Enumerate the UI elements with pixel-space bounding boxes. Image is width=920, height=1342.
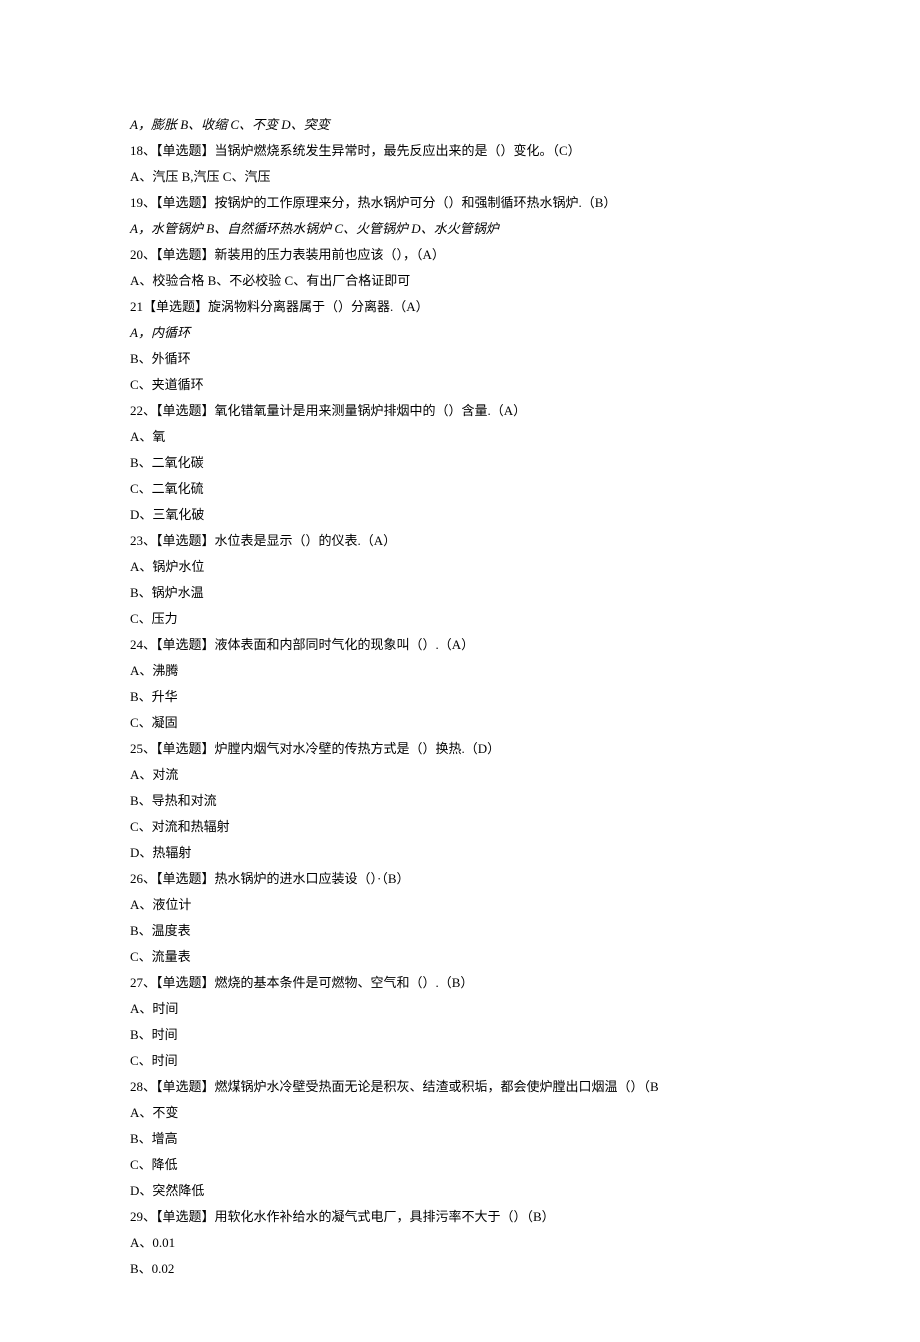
text-line: A、锅炉水位 <box>130 554 790 580</box>
text-line: B、外循环 <box>130 346 790 372</box>
text-line: 21【单选题】旋涡物料分离器属于（）分离器.（A） <box>130 294 790 320</box>
text-line: C、降低 <box>130 1152 790 1178</box>
text-line: 27、【单选题】燃烧的基本条件是可燃物、空气和（）.（B） <box>130 970 790 996</box>
text-line: B、锅炉水温 <box>130 580 790 606</box>
text-line: C、对流和热辐射 <box>130 814 790 840</box>
text-line: D、热辐射 <box>130 840 790 866</box>
text-line: B、导热和对流 <box>130 788 790 814</box>
text-line: 22、【单选题】氧化错氧量计是用来测量锅炉排烟中的（）含量.（A） <box>130 398 790 424</box>
text-line: C、夹道循环 <box>130 372 790 398</box>
text-line: A、液位计 <box>130 892 790 918</box>
text-line: C、流量表 <box>130 944 790 970</box>
text-line: 28、【单选题】燃煤锅炉水冷壁受热面无论是积灰、结渣或积垢，都会使炉膛出口烟温（… <box>130 1074 790 1100</box>
text-line: 24、【单选题】液体表面和内部同时气化的现象叫（）.（A） <box>130 632 790 658</box>
text-line: A，内循环 <box>130 320 790 346</box>
text-line: 18、【单选题】当锅炉燃烧系统发生异常时，最先反应出来的是（）变化。（C） <box>130 138 790 164</box>
document-body: A，膨胀 B、收缩 C、不变 D、突变18、【单选题】当锅炉燃烧系统发生异常时，… <box>130 112 790 1282</box>
text-line: C、压力 <box>130 606 790 632</box>
text-line: A、汽压 B,汽压 C、汽压 <box>130 164 790 190</box>
text-line: B、升华 <box>130 684 790 710</box>
text-line: 29、【单选题】用软化水作补给水的凝气式电厂，具排污率不大于（）（B） <box>130 1204 790 1230</box>
text-line: A、对流 <box>130 762 790 788</box>
text-line: A、不变 <box>130 1100 790 1126</box>
text-line: D、三氧化破 <box>130 502 790 528</box>
text-line: 20、【单选题】新装用的压力表装用前也应该（），（A） <box>130 242 790 268</box>
text-line: D、突然降低 <box>130 1178 790 1204</box>
text-line: B、0.02 <box>130 1256 790 1282</box>
text-line: C、凝固 <box>130 710 790 736</box>
text-line: B、温度表 <box>130 918 790 944</box>
text-line: B、时间 <box>130 1022 790 1048</box>
text-line: A、沸腾 <box>130 658 790 684</box>
text-line: A，膨胀 B、收缩 C、不变 D、突变 <box>130 112 790 138</box>
text-line: B、二氧化碳 <box>130 450 790 476</box>
text-line: A、0.01 <box>130 1230 790 1256</box>
text-line: 25、【单选题】炉膛内烟气对水冷壁的传热方式是（）换热.（D） <box>130 736 790 762</box>
text-line: 26、【单选题】热水锅炉的进水口应装设（）·（B） <box>130 866 790 892</box>
text-line: C、二氧化硫 <box>130 476 790 502</box>
text-line: A、氧 <box>130 424 790 450</box>
text-line: C、时间 <box>130 1048 790 1074</box>
text-line: B、增高 <box>130 1126 790 1152</box>
text-line: A、校验合格 B、不必校验 C、有出厂合格证即可 <box>130 268 790 294</box>
text-line: A、时间 <box>130 996 790 1022</box>
text-line: 19、【单选题】按锅炉的工作原理来分，热水锅炉可分（）和强制循环热水锅炉.（B） <box>130 190 790 216</box>
text-line: 23、【单选题】水位表是显示（）的仪表.（A） <box>130 528 790 554</box>
text-line: A，水管锅炉 B、自然循环热水锅炉 C、火管锅炉 D、水火管锅炉 <box>130 216 790 242</box>
